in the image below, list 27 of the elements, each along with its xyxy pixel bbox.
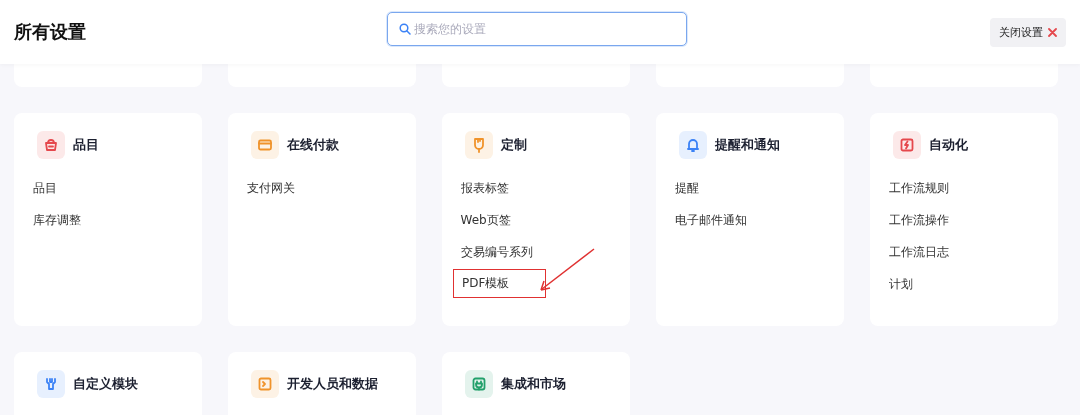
card-title: 在线付款 [287, 136, 339, 154]
card-title: 自动化 [929, 136, 968, 154]
card-title: 品目 [73, 136, 99, 154]
search-field[interactable]: 搜索您的设置 [387, 12, 687, 46]
settings-link[interactable]: 品目 [31, 177, 58, 199]
arrow-annotation [538, 247, 596, 293]
settings-link[interactable]: 计划 [887, 273, 914, 295]
settings-link[interactable]: 报表标签 [459, 177, 510, 199]
card-title: 定制 [501, 136, 527, 154]
close-settings-button[interactable]: 关闭设置 [990, 17, 1066, 47]
settings-link[interactable]: 工作流操作 [887, 209, 950, 231]
settings-link[interactable]: 交易编号系列 [459, 241, 534, 263]
settings-link[interactable]: 电子邮件通知 [673, 209, 748, 231]
settings-link[interactable]: 工作流规则 [887, 177, 950, 199]
close-icon [1048, 27, 1057, 37]
search-icon [399, 23, 411, 35]
settings-link[interactable]: 库存调整 [31, 209, 82, 231]
settings-link[interactable]: PDF模板 [453, 269, 547, 298]
card-title: 开发人员和数据 [287, 375, 378, 393]
card-title: 集成和市场 [501, 375, 566, 393]
settings-link[interactable]: 工作流日志 [887, 241, 950, 263]
page-title: 所有设置 [14, 20, 86, 44]
card-title: 自定义模块 [73, 375, 138, 393]
settings-link[interactable]: 支付网关 [245, 177, 296, 199]
card-title: 提醒和通知 [715, 136, 780, 154]
settings-link[interactable]: Web页签 [459, 209, 512, 231]
settings-link[interactable]: 提醒 [673, 177, 700, 199]
